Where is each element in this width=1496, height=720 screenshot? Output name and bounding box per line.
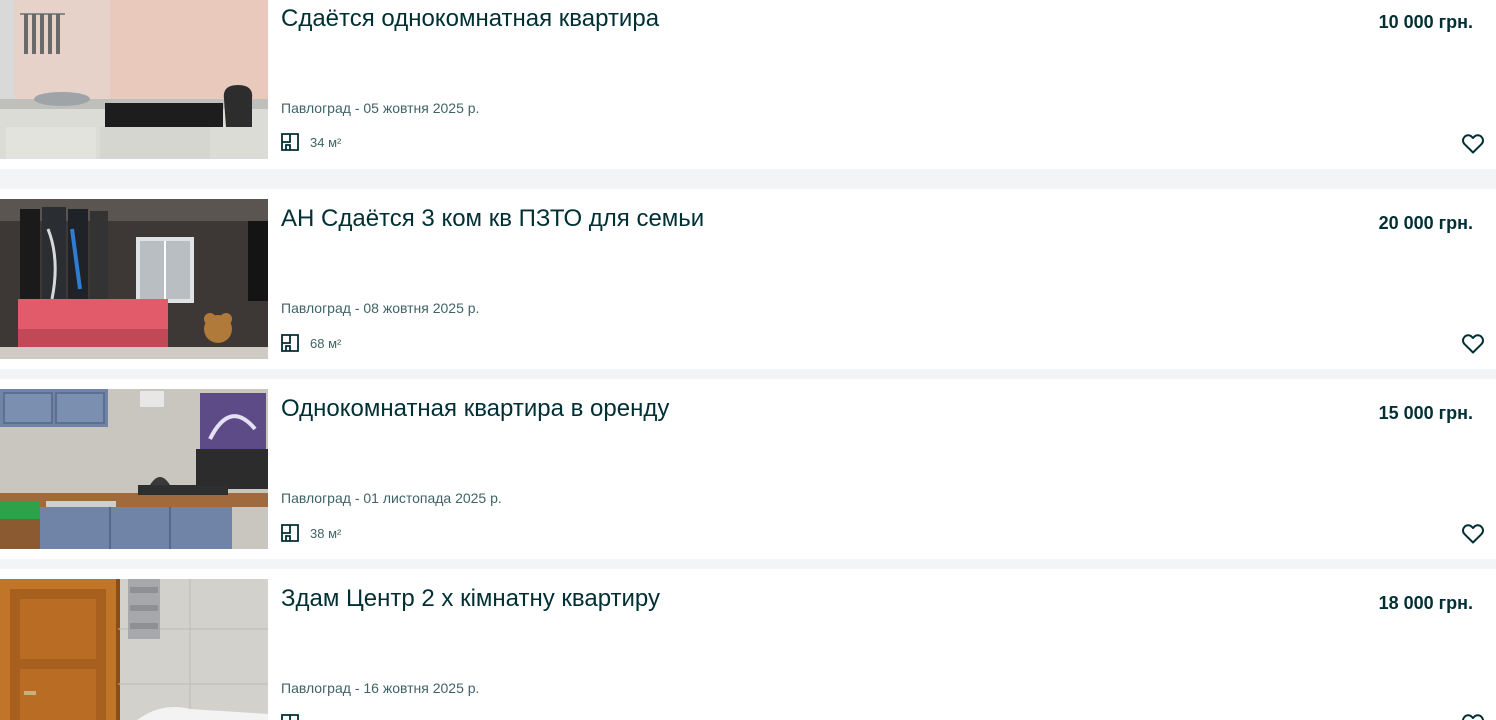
listing-photo-kitchen[interactable] (0, 389, 268, 549)
favorite-button[interactable] (1461, 132, 1485, 156)
floor-plan-icon (281, 133, 299, 151)
listing-photo-bathroom[interactable] (0, 579, 268, 720)
kitchen-photo (0, 389, 268, 549)
listing-price: 20 000 грн. (1378, 213, 1473, 233)
heart-outline-icon (1462, 714, 1484, 720)
listing-card[interactable]: Сдаётся однокомнатная квартира 10 000 гр… (0, 0, 1496, 169)
listing-area: 68 м² (281, 334, 341, 352)
listing-price: 15 000 грн. (1378, 403, 1473, 423)
living-room-photo (0, 199, 268, 359)
listing-results: Сдаётся однокомнатная квартира 10 000 гр… (0, 0, 1496, 720)
listing-photo-living-room[interactable] (0, 199, 268, 359)
favorite-button[interactable] (1461, 332, 1485, 356)
favorite-button[interactable] (1461, 712, 1485, 720)
listing-location-date: Павлоград - 08 жовтня 2025 р. (281, 300, 480, 316)
listing-price: 10 000 грн. (1378, 12, 1473, 32)
listing-card[interactable]: Однокомнатная квартира в оренду 15 000 г… (0, 379, 1496, 559)
listing-location-date: Павлоград - 16 жовтня 2025 р. (281, 680, 480, 696)
listing-area-value: 34 м² (310, 134, 342, 150)
listing-location-date: Павлоград - 01 листопада 2025 р. (281, 490, 502, 506)
listing-card[interactable]: Здам Центр 2 х кімнатну квартиру 18 000 … (0, 569, 1496, 720)
listing-card[interactable]: АН Сдаётся 3 ком кв ПЗТО для семьи 20 00… (0, 189, 1496, 369)
kitchen-photo (0, 0, 268, 159)
listing-area: 38 м² (281, 524, 341, 542)
favorite-button[interactable] (1461, 522, 1485, 546)
heart-outline-icon (1462, 524, 1484, 544)
listing-price: 18 000 грн. (1378, 593, 1473, 613)
listing-area-value: 38 м² (310, 525, 342, 541)
floor-plan-icon (281, 334, 299, 352)
listing-photo-kitchen[interactable] (0, 0, 268, 159)
listing-title[interactable]: Здам Центр 2 х кімнатну квартиру (281, 584, 660, 614)
listing-location-date: Павлоград - 05 жовтня 2025 р. (281, 100, 480, 116)
floor-plan-icon (281, 524, 299, 542)
listing-title[interactable]: АН Сдаётся 3 ком кв ПЗТО для семьи (281, 204, 704, 234)
listing-area: 34 м² (281, 133, 341, 151)
listing-area-value: 68 м² (310, 335, 342, 351)
listing-title[interactable]: Сдаётся однокомнатная квартира (281, 4, 659, 34)
listing-title[interactable]: Однокомнатная квартира в оренду (281, 394, 669, 424)
bathroom-photo (0, 579, 268, 720)
listing-area (281, 714, 310, 720)
heart-outline-icon (1462, 334, 1484, 354)
floor-plan-icon (281, 714, 299, 720)
heart-outline-icon (1462, 134, 1484, 154)
